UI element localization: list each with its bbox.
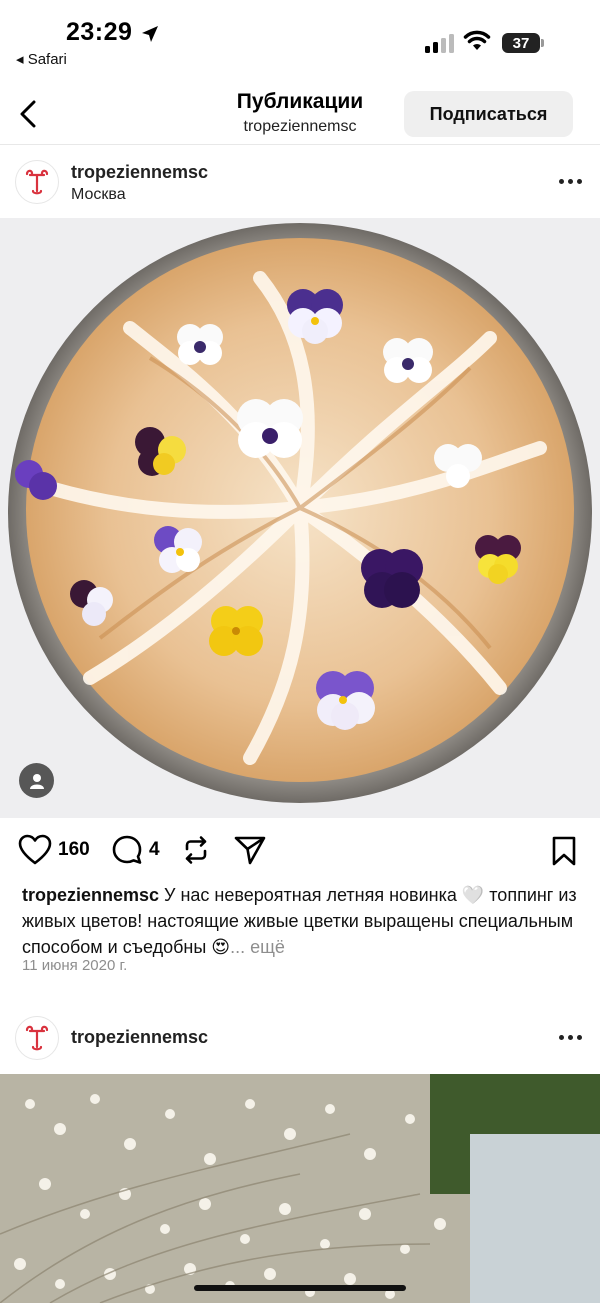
- brand-logo-icon: [25, 1025, 49, 1051]
- post-username[interactable]: tropeziennemsc: [71, 1027, 208, 1048]
- more-options-button[interactable]: [555, 1027, 585, 1047]
- likes-count: 160: [58, 839, 90, 860]
- post-location[interactable]: Москва: [71, 186, 126, 204]
- person-icon: [29, 773, 44, 789]
- post-username[interactable]: tropeziennemsc: [71, 162, 208, 183]
- home-indicator[interactable]: [194, 1285, 406, 1291]
- post-image[interactable]: [0, 1074, 600, 1303]
- status-time: 23:29: [66, 18, 133, 46]
- page-subtitle: tropeziennemsc: [243, 118, 357, 135]
- chevron-left-icon: [20, 100, 36, 128]
- tagged-user-button[interactable]: [19, 763, 54, 798]
- repost-button[interactable]: [180, 834, 212, 866]
- comments-count: 4: [149, 839, 160, 860]
- caption-more-link[interactable]: ... ещё: [230, 937, 285, 957]
- avatar[interactable]: [15, 160, 59, 204]
- avatar[interactable]: [15, 1016, 59, 1060]
- heart-icon: [18, 834, 52, 865]
- post-caption: tropeziennemsc У нас невероятная летняя …: [22, 882, 582, 960]
- location-arrow-icon: [142, 26, 158, 42]
- header-divider: [0, 144, 600, 145]
- post-date: 11 июня 2020 г.: [22, 957, 128, 974]
- battery-tip: [541, 39, 544, 47]
- save-button[interactable]: [550, 835, 578, 867]
- more-options-button[interactable]: [555, 171, 585, 191]
- post-image[interactable]: [0, 218, 600, 818]
- send-icon: [234, 836, 266, 865]
- brand-logo-icon: [25, 169, 49, 195]
- back-button[interactable]: [12, 95, 44, 133]
- gypsophila-photo-illustration: [0, 1074, 600, 1303]
- signal-icon: [425, 34, 454, 53]
- meringue-cake-illustration: [8, 223, 592, 803]
- like-button[interactable]: 160: [18, 834, 90, 866]
- share-button[interactable]: [233, 834, 267, 866]
- wifi-icon: [463, 30, 491, 50]
- back-to-app-link[interactable]: ◂ Safari: [16, 50, 67, 68]
- comment-icon: [112, 835, 142, 864]
- bookmark-icon: [552, 836, 576, 866]
- follow-button[interactable]: Подписаться: [404, 91, 573, 137]
- page-title: Публикации: [236, 90, 364, 113]
- comment-button[interactable]: 4: [111, 834, 160, 866]
- battery-indicator: 37: [502, 33, 540, 53]
- repost-icon: [185, 836, 207, 864]
- caption-username[interactable]: tropeziennemsc: [22, 885, 159, 905]
